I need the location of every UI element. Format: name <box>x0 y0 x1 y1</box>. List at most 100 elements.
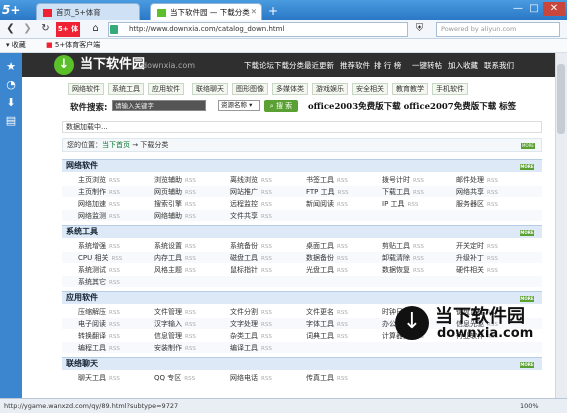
category-link[interactable]: 剪贴工具 RSS <box>382 241 424 251</box>
clock-icon[interactable]: ◔ <box>5 79 17 91</box>
category-button[interactable]: 系统工具 <box>108 83 144 95</box>
category-link[interactable]: 卸载清除 RSS <box>382 253 424 263</box>
category-link[interactable]: 数据恢复 RSS <box>382 265 424 275</box>
rss-label[interactable]: RSS <box>337 256 348 262</box>
category-link[interactable]: 鼠标指针 RSS <box>230 265 272 275</box>
top-nav-item[interactable]: 最近更新 <box>304 60 334 71</box>
forward-icon[interactable]: ❯ <box>20 22 35 37</box>
category-button[interactable]: 游戏娱乐 <box>312 83 348 95</box>
rss-label[interactable]: RSS <box>185 256 196 262</box>
search-input[interactable]: Powered by aliyun.com <box>436 22 560 37</box>
category-link[interactable]: 风格主题 RSS <box>154 265 196 275</box>
category-link[interactable]: 系统其它 RSS <box>78 277 120 287</box>
rss-label[interactable]: RSS <box>185 268 196 274</box>
rss-label[interactable]: RSS <box>109 322 120 328</box>
favorites-menu[interactable]: ▾ 收藏 <box>6 39 26 52</box>
category-link[interactable]: 网络辅助 RSS <box>154 211 196 221</box>
rss-label[interactable]: RSS <box>185 244 196 250</box>
category-link[interactable]: 新闻阅读 RSS <box>306 199 348 209</box>
rss-label[interactable]: RSS <box>109 214 120 220</box>
more-badge[interactable]: MORE <box>520 362 534 368</box>
category-link[interactable]: 杂类工具 RSS <box>230 331 272 341</box>
rss-label[interactable]: RSS <box>111 256 122 262</box>
category-link[interactable]: 浏览辅助 RSS <box>154 175 196 185</box>
favorites-item[interactable]: ■ 5+体育客户端 <box>46 39 100 52</box>
category-link[interactable]: 网络电话 RSS <box>230 373 272 383</box>
category-link[interactable]: 电子阅读 RSS <box>78 319 120 329</box>
category-link[interactable]: FTP 工具 RSS <box>306 187 348 197</box>
download-icon[interactable]: ⬇ <box>5 97 17 109</box>
category-button[interactable]: 图形图像 <box>232 83 268 95</box>
rss-label[interactable]: RSS <box>109 202 120 208</box>
category-link[interactable]: 拨号计时 RSS <box>382 175 424 185</box>
rss-label[interactable]: RSS <box>184 376 195 382</box>
category-link[interactable]: 磁盘工具 RSS <box>230 253 272 263</box>
tab-home[interactable]: 首页_5+体育 <box>36 3 140 20</box>
more-badge[interactable]: MORE <box>520 230 534 236</box>
category-link[interactable]: 信息管理 RSS <box>154 331 196 341</box>
rss-label[interactable]: RSS <box>337 376 348 382</box>
rss-label[interactable]: RSS <box>109 244 120 250</box>
search-button[interactable]: ⌕ 搜 索 <box>264 100 298 112</box>
address-bar[interactable]: http://www.downxia.com/catalog_down.html <box>108 22 408 37</box>
category-link[interactable]: 编程工具 RSS <box>78 343 120 353</box>
zoom-level[interactable]: 100% <box>520 399 539 413</box>
category-link[interactable]: 文件分割 RSS <box>230 307 272 317</box>
category-link[interactable]: 数据备份 RSS <box>306 253 348 263</box>
search-type-select[interactable]: 资源名称 ▾ <box>218 100 260 111</box>
category-link[interactable]: 安装制作 RSS <box>154 343 196 353</box>
rss-label[interactable]: RSS <box>185 178 196 184</box>
category-link[interactable]: 网络共享 RSS <box>456 187 498 197</box>
rss-label[interactable]: RSS <box>408 202 419 208</box>
category-link[interactable]: 硬件相关 RSS <box>456 265 498 275</box>
rss-label[interactable]: RSS <box>337 178 348 184</box>
top-nav-item[interactable]: 下载分类 <box>274 60 304 71</box>
rss-label[interactable]: RSS <box>337 334 348 340</box>
rss-label[interactable]: RSS <box>185 190 196 196</box>
category-link[interactable]: 汉字输入 RSS <box>154 319 196 329</box>
new-tab-button[interactable]: + <box>268 4 278 18</box>
rss-label[interactable]: RSS <box>487 268 498 274</box>
browser-logo[interactable]: 5+ <box>2 1 26 19</box>
category-link[interactable]: 转换翻译 RSS <box>78 331 120 341</box>
rss-label[interactable]: RSS <box>337 268 348 274</box>
category-link[interactable]: 字体工具 RSS <box>306 319 348 329</box>
rss-label[interactable]: RSS <box>109 190 120 196</box>
rss-label[interactable]: RSS <box>261 190 272 196</box>
rss-label[interactable]: RSS <box>261 322 272 328</box>
rss-label[interactable]: RSS <box>337 310 348 316</box>
category-link[interactable]: 桌面工具 RSS <box>306 241 348 251</box>
rss-label[interactable]: RSS <box>185 334 196 340</box>
category-link[interactable]: 主页制作 RSS <box>78 187 120 197</box>
site-logo-icon[interactable]: ↓ <box>54 55 74 75</box>
category-link[interactable]: 搜索引擎 RSS <box>154 199 196 209</box>
rss-label[interactable]: RSS <box>185 322 196 328</box>
rss-label[interactable]: RSS <box>261 346 272 352</box>
rss-label[interactable]: RSS <box>337 202 348 208</box>
category-link[interactable]: 网站推广 RSS <box>230 187 272 197</box>
category-link[interactable]: 聊天工具 RSS <box>78 373 120 383</box>
close-window-button[interactable]: ✕ <box>543 2 565 16</box>
category-button[interactable]: 教育教学 <box>392 83 428 95</box>
refresh-icon[interactable]: ↻ <box>38 22 53 37</box>
category-link[interactable]: 下载工具 RSS <box>382 187 424 197</box>
category-button[interactable]: 应用软件 <box>148 83 184 95</box>
rss-label[interactable]: RSS <box>261 268 272 274</box>
category-link[interactable]: 开关定时 RSS <box>456 241 498 251</box>
category-link[interactable]: 文件管理 RSS <box>154 307 196 317</box>
rss-label[interactable]: RSS <box>185 310 196 316</box>
top-nav-item[interactable]: 一键转帖 <box>412 60 442 71</box>
category-link[interactable]: 系统增强 RSS <box>78 241 120 251</box>
rss-label[interactable]: RSS <box>337 322 348 328</box>
category-link[interactable]: 文件共享 RSS <box>230 211 272 221</box>
rss-label[interactable]: RSS <box>337 244 348 250</box>
top-nav-item[interactable]: 联系我们 <box>484 60 514 71</box>
category-link[interactable]: 内存工具 RSS <box>154 253 196 263</box>
rss-label[interactable]: RSS <box>261 202 272 208</box>
top-nav-item[interactable]: 推荐软件 <box>340 60 370 71</box>
category-link[interactable]: 光盘工具 RSS <box>306 265 348 275</box>
top-nav-item[interactable]: 下载论坛 <box>244 60 274 71</box>
minimize-button[interactable]: — <box>510 2 526 16</box>
category-button[interactable]: 联络聊天 <box>192 83 228 95</box>
shield-icon[interactable]: ⛨ <box>412 22 427 37</box>
